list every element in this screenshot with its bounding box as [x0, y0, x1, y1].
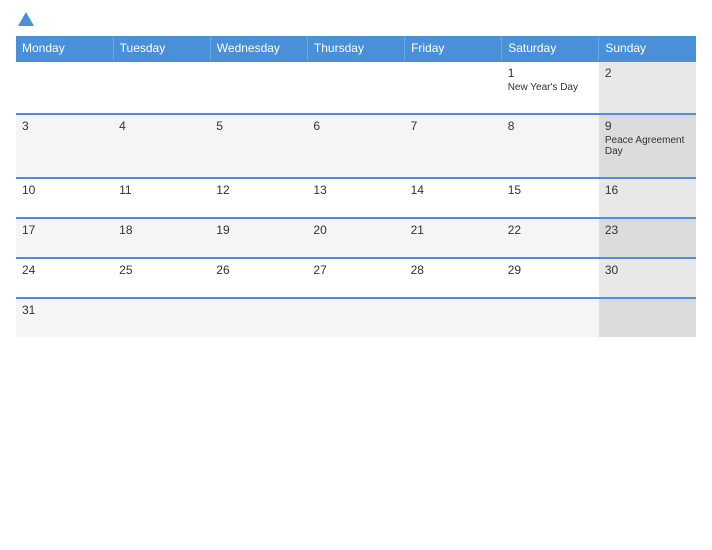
calendar-cell — [599, 298, 696, 337]
calendar-cell: 20 — [307, 218, 404, 258]
calendar-header-row: MondayTuesdayWednesdayThursdayFridaySatu… — [16, 36, 696, 61]
calendar-cell: 31 — [16, 298, 113, 337]
col-header-saturday: Saturday — [502, 36, 599, 61]
day-number: 9 — [605, 119, 690, 133]
calendar-cell — [113, 61, 210, 114]
day-number: 26 — [216, 263, 301, 277]
day-number: 30 — [605, 263, 690, 277]
day-number: 27 — [313, 263, 398, 277]
calendar-cell — [405, 298, 502, 337]
calendar-cell — [113, 298, 210, 337]
calendar-cell: 8 — [502, 114, 599, 178]
calendar-cell — [307, 298, 404, 337]
day-number: 25 — [119, 263, 204, 277]
calendar-cell: 18 — [113, 218, 210, 258]
calendar-cell: 9 Peace Agreement Day — [599, 114, 696, 178]
day-number: 17 — [22, 223, 107, 237]
col-header-tuesday: Tuesday — [113, 36, 210, 61]
calendar-cell: 3 — [16, 114, 113, 178]
col-header-wednesday: Wednesday — [210, 36, 307, 61]
col-header-monday: Monday — [16, 36, 113, 61]
day-number: 10 — [22, 183, 107, 197]
day-number: 24 — [22, 263, 107, 277]
col-header-thursday: Thursday — [307, 36, 404, 61]
col-header-friday: Friday — [405, 36, 502, 61]
day-number: 6 — [313, 119, 398, 133]
day-number: 19 — [216, 223, 301, 237]
calendar-cell — [405, 61, 502, 114]
day-number: 2 — [605, 66, 690, 80]
calendar-page: MondayTuesdayWednesdayThursdayFridaySatu… — [0, 0, 712, 550]
logo-row — [16, 12, 34, 28]
day-number: 7 — [411, 119, 496, 133]
logo-triangle-icon — [18, 12, 34, 26]
calendar-cell: 5 — [210, 114, 307, 178]
calendar-cell: 14 — [405, 178, 502, 218]
day-number: 20 — [313, 223, 398, 237]
day-number: 11 — [119, 183, 204, 197]
calendar-cell — [210, 61, 307, 114]
day-number: 12 — [216, 183, 301, 197]
calendar-week-row: 24 25 26 27 28 29 30 — [16, 258, 696, 298]
day-number: 14 — [411, 183, 496, 197]
logo-block — [16, 12, 34, 28]
calendar-cell: 12 — [210, 178, 307, 218]
day-number: 8 — [508, 119, 593, 133]
calendar-cell: 28 — [405, 258, 502, 298]
calendar-cell: 22 — [502, 218, 599, 258]
calendar-cell: 2 — [599, 61, 696, 114]
day-number: 31 — [22, 303, 107, 317]
calendar-table: MondayTuesdayWednesdayThursdayFridaySatu… — [16, 36, 696, 337]
calendar-cell: 26 — [210, 258, 307, 298]
calendar-cell: 16 — [599, 178, 696, 218]
day-number: 15 — [508, 183, 593, 197]
col-header-sunday: Sunday — [599, 36, 696, 61]
day-number: 21 — [411, 223, 496, 237]
day-number: 3 — [22, 119, 107, 133]
day-number: 23 — [605, 223, 690, 237]
calendar-week-row: 3456789 Peace Agreement Day — [16, 114, 696, 178]
calendar-week-row: 1 New Year's Day 2 — [16, 61, 696, 114]
calendar-cell: 19 — [210, 218, 307, 258]
calendar-cell: 10 — [16, 178, 113, 218]
logo — [16, 12, 34, 28]
calendar-week-row: 10 11 12 13 14 15 16 — [16, 178, 696, 218]
day-number: 5 — [216, 119, 301, 133]
day-number: 18 — [119, 223, 204, 237]
calendar-cell: 23 — [599, 218, 696, 258]
day-number: 28 — [411, 263, 496, 277]
day-number: 16 — [605, 183, 690, 197]
calendar-cell: 13 — [307, 178, 404, 218]
holiday-name: New Year's Day — [508, 82, 593, 93]
calendar-cell — [307, 61, 404, 114]
day-number: 29 — [508, 263, 593, 277]
holiday-name: Peace Agreement Day — [605, 135, 690, 157]
calendar-cell: 21 — [405, 218, 502, 258]
day-number: 13 — [313, 183, 398, 197]
calendar-cell: 15 — [502, 178, 599, 218]
calendar-cell: 11 — [113, 178, 210, 218]
calendar-cell: 6 — [307, 114, 404, 178]
calendar-cell — [210, 298, 307, 337]
calendar-week-row: 31 — [16, 298, 696, 337]
calendar-week-row: 17 18 19 20 21 22 23 — [16, 218, 696, 258]
header — [16, 12, 696, 28]
calendar-cell: 25 — [113, 258, 210, 298]
calendar-cell — [16, 61, 113, 114]
day-number: 1 — [508, 66, 593, 80]
calendar-body: 1New Year's Day23456789Peace Agreement D… — [16, 61, 696, 337]
calendar-cell: 7 — [405, 114, 502, 178]
day-number: 22 — [508, 223, 593, 237]
calendar-cell: 29 — [502, 258, 599, 298]
calendar-cell — [502, 298, 599, 337]
calendar-cell: 24 — [16, 258, 113, 298]
calendar-cell: 27 — [307, 258, 404, 298]
calendar-cell: 30 — [599, 258, 696, 298]
day-number: 4 — [119, 119, 204, 133]
calendar-cell: 17 — [16, 218, 113, 258]
calendar-cell: 1 New Year's Day — [502, 61, 599, 114]
calendar-cell: 4 — [113, 114, 210, 178]
